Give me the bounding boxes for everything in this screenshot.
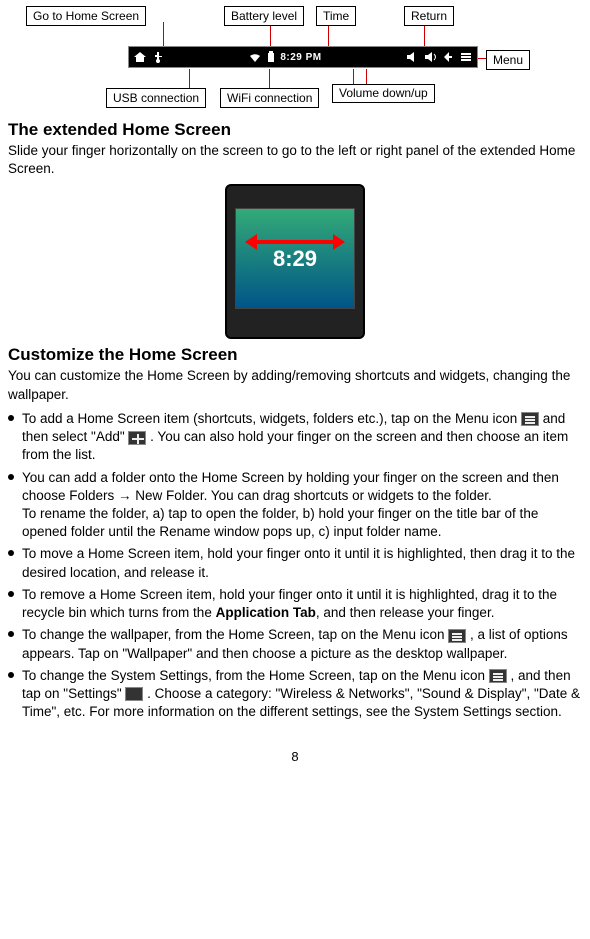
anno-line bbox=[269, 69, 270, 89]
page-number: 8 bbox=[8, 749, 582, 764]
anno-line bbox=[189, 69, 190, 89]
return-icon bbox=[441, 50, 455, 64]
wifi-icon bbox=[248, 50, 262, 64]
anno-line bbox=[163, 22, 164, 46]
paragraph-extended-home: Slide your finger horizontally on the sc… bbox=[8, 142, 582, 178]
label-menu: Menu bbox=[486, 50, 530, 70]
label-time: Time bbox=[316, 6, 356, 26]
label-return: Return bbox=[404, 6, 454, 26]
label-go-home: Go to Home Screen bbox=[26, 6, 146, 26]
device-screenshot: 8:29 bbox=[225, 184, 365, 339]
text-rename: To rename the folder, a) tap to open the… bbox=[22, 505, 582, 541]
paragraph-customize: You can customize the Home Screen by add… bbox=[8, 367, 582, 403]
menu-icon bbox=[489, 669, 507, 683]
usb-icon bbox=[151, 50, 165, 64]
device-screen-inner: 8:29 bbox=[235, 208, 355, 309]
heading-customize: Customize the Home Screen bbox=[8, 345, 582, 365]
label-wifi: WiFi connection bbox=[220, 88, 319, 108]
status-bar-left bbox=[133, 50, 165, 64]
label-usb: USB connection bbox=[106, 88, 206, 108]
status-bar-right bbox=[405, 50, 473, 64]
text: You can add a folder onto the Home Scree… bbox=[22, 470, 559, 503]
bullet-add-folder: You can add a folder onto the Home Scree… bbox=[8, 469, 582, 542]
bullet-remove-item: To remove a Home Screen item, hold your … bbox=[8, 586, 582, 622]
text-bold: Application Tab bbox=[216, 605, 316, 620]
volume-down-icon bbox=[405, 50, 419, 64]
label-volume: Volume down/up bbox=[332, 84, 435, 103]
bullet-add-item: To add a Home Screen item (shortcuts, wi… bbox=[8, 410, 582, 465]
add-icon bbox=[128, 431, 146, 445]
menu-icon bbox=[459, 50, 473, 64]
status-bar-time: 8:29 PM bbox=[280, 52, 321, 63]
status-bar-center: 8:29 PM bbox=[248, 50, 321, 64]
bullet-move-item: To move a Home Screen item, hold your fi… bbox=[8, 545, 582, 581]
text: To add a Home Screen item (shortcuts, wi… bbox=[22, 411, 521, 426]
home-icon bbox=[133, 50, 147, 64]
bullet-list: To add a Home Screen item (shortcuts, wi… bbox=[8, 410, 582, 722]
label-battery: Battery level bbox=[224, 6, 304, 26]
label-volume-text: Volume down/up bbox=[339, 86, 428, 100]
status-bar: 8:29 PM bbox=[128, 46, 478, 68]
status-bar-diagram: Go to Home Screen Battery level Time Ret… bbox=[8, 4, 582, 114]
text: To change the wallpaper, from the Home S… bbox=[22, 627, 448, 642]
manual-page: Go to Home Screen Battery level Time Ret… bbox=[0, 0, 590, 784]
swipe-arrow-icon bbox=[245, 234, 345, 250]
text: , and then release your finger. bbox=[316, 605, 495, 620]
menu-icon bbox=[521, 412, 539, 426]
settings-icon bbox=[125, 687, 143, 701]
heading-extended-home: The extended Home Screen bbox=[8, 120, 582, 140]
text: To change the System Settings, from the … bbox=[22, 668, 489, 683]
battery-icon bbox=[264, 50, 278, 64]
menu-icon bbox=[448, 629, 466, 643]
bullet-change-wallpaper: To change the wallpaper, from the Home S… bbox=[8, 626, 582, 662]
volume-up-icon bbox=[423, 50, 437, 64]
bullet-system-settings: To change the System Settings, from the … bbox=[8, 667, 582, 722]
